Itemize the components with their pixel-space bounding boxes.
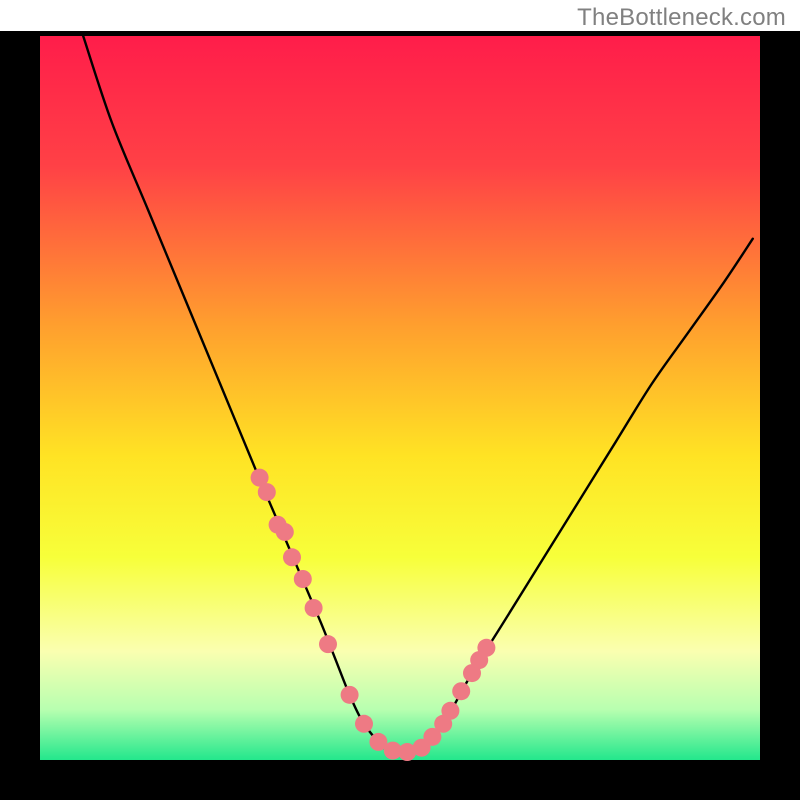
- sample-point: [441, 702, 459, 720]
- sample-point: [294, 570, 312, 588]
- sample-point: [319, 635, 337, 653]
- sample-point: [283, 548, 301, 566]
- attribution-label: TheBottleneck.com: [577, 4, 786, 32]
- chart-frame: TheBottleneck.com: [0, 0, 800, 800]
- sample-point: [452, 682, 470, 700]
- sample-point: [305, 599, 323, 617]
- sample-point: [355, 715, 373, 733]
- sample-point: [276, 523, 294, 541]
- sample-point: [258, 483, 276, 501]
- bottleneck-chart: [0, 0, 800, 800]
- sample-point: [477, 639, 495, 657]
- chart-plot-area: [40, 36, 760, 760]
- sample-point: [341, 686, 359, 704]
